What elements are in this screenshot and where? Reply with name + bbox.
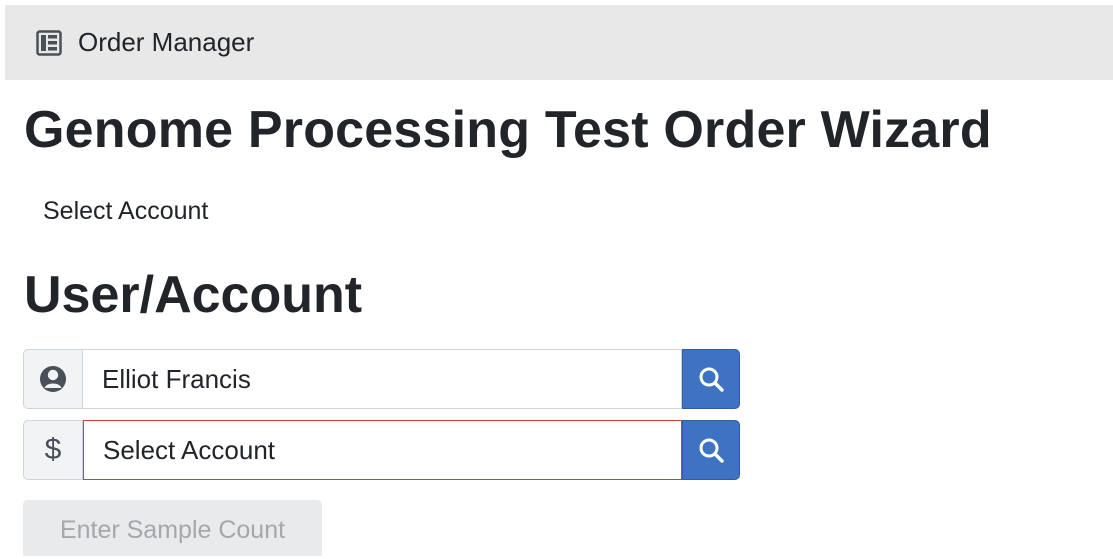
- account-input-group: $: [23, 420, 740, 480]
- user-icon: [23, 349, 83, 409]
- section-title: User/Account: [24, 266, 363, 324]
- sidebar-panel-icon[interactable]: [33, 27, 65, 59]
- account-field[interactable]: [83, 420, 682, 480]
- app-title[interactable]: Order Manager: [78, 27, 254, 58]
- account-search-button[interactable]: [682, 420, 740, 480]
- top-navbar: Order Manager: [5, 5, 1113, 80]
- page-title: Genome Processing Test Order Wizard: [24, 101, 992, 159]
- user-field[interactable]: [83, 349, 682, 409]
- user-input-group: [23, 349, 740, 409]
- enter-sample-count-button[interactable]: Enter Sample Count: [23, 500, 322, 556]
- wizard-step-label: Select Account: [43, 197, 209, 225]
- dollar-icon: $: [23, 420, 83, 480]
- search-icon: [699, 438, 724, 463]
- user-search-button[interactable]: [682, 349, 740, 409]
- search-icon: [699, 367, 724, 392]
